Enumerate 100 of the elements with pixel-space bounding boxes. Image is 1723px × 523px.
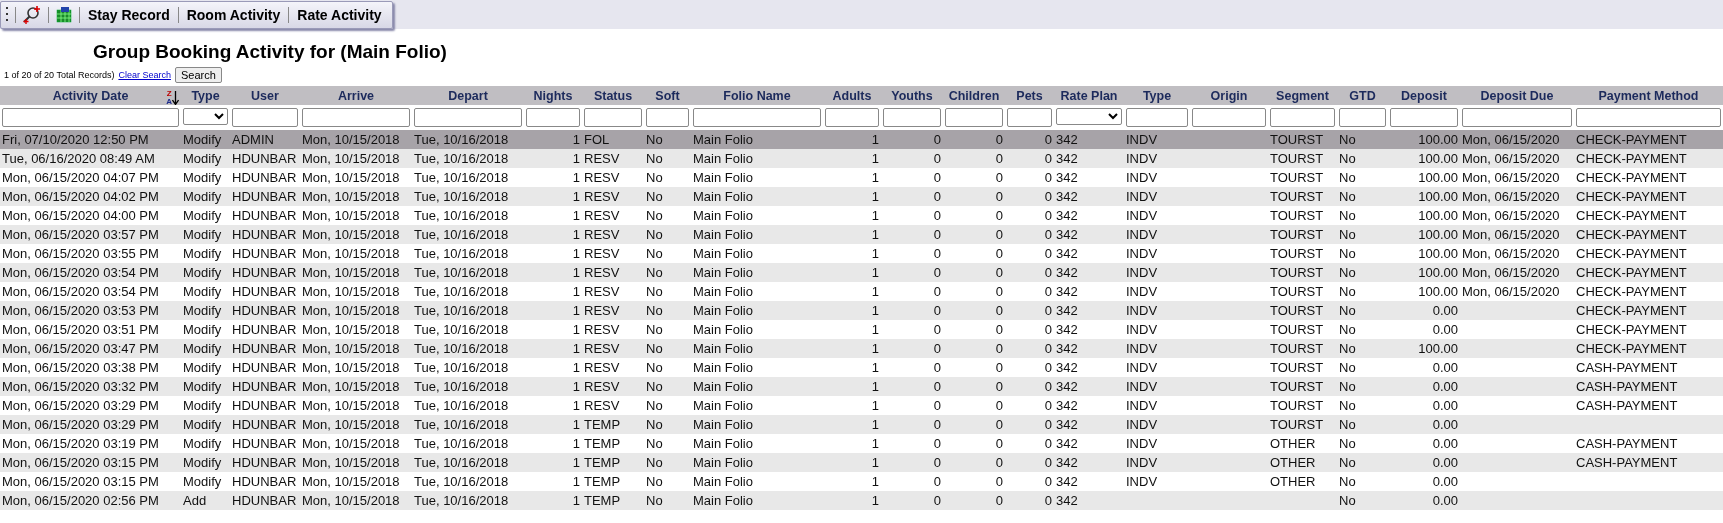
filter-field[interactable] bbox=[1126, 107, 1188, 127]
filter-dropdown[interactable] bbox=[183, 108, 228, 125]
column-header[interactable]: Nights bbox=[533, 88, 573, 103]
toolbar-button[interactable]: Rate Activity bbox=[295, 7, 384, 23]
filter-field[interactable] bbox=[883, 107, 941, 127]
table-cell: RESV bbox=[584, 322, 620, 337]
search-button[interactable]: Search bbox=[174, 67, 222, 83]
column-header[interactable]: Activity Date bbox=[52, 88, 129, 103]
table-row[interactable]: Mon, 06/15/2020 03:54 PM Modify HDUNBAR Mon, 10/15/2018 Tue, 10/16/2018 1 RESV No Main Folio 1 0 0 0 342 INDV TOURST No 100.00 Mon, 06/15/2020 CHECK-PAYMENT bbox=[0, 282, 1723, 301]
table-cell: CASH-PAYMENT bbox=[1576, 436, 1678, 451]
filter-field[interactable] bbox=[646, 107, 689, 127]
column-header[interactable]: Children bbox=[948, 88, 1000, 103]
table-cell: No bbox=[646, 493, 663, 508]
table-cell: Tue, 10/16/2018 bbox=[414, 341, 509, 356]
table-cell: TOURST bbox=[1270, 170, 1324, 185]
filter-field[interactable] bbox=[825, 107, 879, 127]
filter-field[interactable] bbox=[1192, 107, 1266, 127]
table-cell: 0 bbox=[933, 227, 941, 242]
filter-field[interactable] bbox=[945, 107, 1003, 127]
table-cell: 1 bbox=[871, 132, 879, 147]
table-cell: Mon, 10/15/2018 bbox=[302, 170, 400, 185]
table-cell: INDV bbox=[1126, 398, 1158, 413]
column-header[interactable]: Segment bbox=[1276, 88, 1329, 103]
column-header[interactable]: Type bbox=[191, 88, 220, 103]
column-header[interactable]: Adults bbox=[832, 88, 872, 103]
table-cell: TOURST bbox=[1270, 132, 1324, 147]
table-cell: Mon, 06/15/2020 03:51 PM bbox=[2, 322, 159, 337]
toolbar-button[interactable]: Room Activity bbox=[184, 7, 283, 23]
table-cell: 0 bbox=[933, 455, 941, 470]
table-cell: HDUNBAR bbox=[232, 322, 297, 337]
filter-field[interactable] bbox=[526, 107, 580, 127]
column-header[interactable]: Soft bbox=[655, 88, 680, 103]
filter-field[interactable] bbox=[1270, 107, 1335, 127]
table-row[interactable]: Mon, 06/15/2020 03:38 PM Modify HDUNBAR Mon, 10/15/2018 Tue, 10/16/2018 1 RESV No Main Folio 1 0 0 0 342 INDV TOURST No 0.00 CASH-PAYMENT bbox=[0, 358, 1723, 377]
filter-field[interactable] bbox=[1390, 107, 1458, 127]
table-row[interactable]: Mon, 06/15/2020 03:29 PM Modify HDUNBAR Mon, 10/15/2018 Tue, 10/16/2018 1 TEMP No Main Folio 1 0 0 0 342 INDV TOURST No 0.00 bbox=[0, 415, 1723, 434]
column-header[interactable]: Origin bbox=[1210, 88, 1248, 103]
filter-field[interactable] bbox=[1007, 107, 1052, 127]
table-cell: TOURST bbox=[1270, 189, 1324, 204]
table-row[interactable]: Mon, 06/15/2020 04:00 PM Modify HDUNBAR Mon, 10/15/2018 Tue, 10/16/2018 1 RESV No Main Folio 1 0 0 0 342 INDV TOURST No 100.00 Mon, 06/15/2020 CHECK-PAYMENT bbox=[0, 206, 1723, 225]
table-cell: 0 bbox=[995, 379, 1003, 394]
column-header[interactable]: Type bbox=[1142, 88, 1172, 103]
table-row[interactable]: Mon, 06/15/2020 03:51 PM Modify HDUNBAR Mon, 10/15/2018 Tue, 10/16/2018 1 RESV No Main Folio 1 0 0 0 342 INDV TOURST No 0.00 CHECK-PAYMENT bbox=[0, 320, 1723, 339]
table-row[interactable]: Mon, 06/15/2020 03:55 PM Modify HDUNBAR Mon, 10/15/2018 Tue, 10/16/2018 1 RESV No Main Folio 1 0 0 0 342 INDV TOURST No 100.00 Mon, 06/15/2020 CHECK-PAYMENT bbox=[0, 244, 1723, 263]
table-row[interactable]: Mon, 06/15/2020 04:07 PM Modify HDUNBAR Mon, 10/15/2018 Tue, 10/16/2018 1 RESV No Main Folio 1 0 0 0 342 INDV TOURST No 100.00 Mon, 06/15/2020 CHECK-PAYMENT bbox=[0, 168, 1723, 187]
table-row[interactable]: Mon, 06/15/2020 03:32 PM Modify HDUNBAR Mon, 10/15/2018 Tue, 10/16/2018 1 RESV No Main Folio 1 0 0 0 342 INDV TOURST No 0.00 CASH-PAYMENT bbox=[0, 377, 1723, 396]
table-cell: HDUNBAR bbox=[232, 379, 297, 394]
column-header[interactable]: Folio Name bbox=[723, 88, 791, 103]
column-header[interactable]: Deposit Due bbox=[1480, 88, 1554, 103]
filter-field[interactable] bbox=[584, 107, 642, 127]
filter-field[interactable] bbox=[414, 107, 522, 127]
column-header[interactable]: GTD bbox=[1349, 88, 1376, 103]
toolbar-button[interactable]: Stay Record bbox=[86, 7, 172, 23]
column-header[interactable]: Youths bbox=[891, 88, 933, 103]
table-row[interactable]: Mon, 06/15/2020 03:54 PM Modify HDUNBAR Mon, 10/15/2018 Tue, 10/16/2018 1 RESV No Main Folio 1 0 0 0 342 INDV TOURST No 100.00 Mon, 06/15/2020 CHECK-PAYMENT bbox=[0, 263, 1723, 282]
table-row[interactable]: Mon, 06/15/2020 03:57 PM Modify HDUNBAR Mon, 10/15/2018 Tue, 10/16/2018 1 RESV No Main Folio 1 0 0 0 342 INDV TOURST No 100.00 Mon, 06/15/2020 CHECK-PAYMENT bbox=[0, 225, 1723, 244]
table-cell: No bbox=[646, 360, 663, 375]
filter-field[interactable] bbox=[1339, 107, 1386, 127]
table-cell: HDUNBAR bbox=[232, 341, 297, 356]
column-header[interactable]: Pets bbox=[1016, 88, 1043, 103]
table-row[interactable]: Mon, 06/15/2020 03:47 PM Modify HDUNBAR Mon, 10/15/2018 Tue, 10/16/2018 1 RESV No Main Folio 1 0 0 0 342 INDV TOURST No 100.00 CHECK-PAYMENT bbox=[0, 339, 1723, 358]
table-cell: RESV bbox=[584, 360, 620, 375]
table-cell: HDUNBAR bbox=[232, 303, 297, 318]
table-cell: Add bbox=[183, 493, 207, 508]
table-cell: Modify bbox=[183, 436, 222, 451]
table-cell: TEMP bbox=[584, 474, 621, 489]
table-cell: 1 bbox=[572, 436, 580, 451]
filter-field[interactable] bbox=[1462, 107, 1572, 127]
column-header[interactable]: Deposit bbox=[1401, 88, 1447, 103]
column-header[interactable]: Payment Method bbox=[1598, 88, 1699, 103]
table-row[interactable]: Mon, 06/15/2020 03:29 PM Modify HDUNBAR Mon, 10/15/2018 Tue, 10/16/2018 1 RESV No Main Folio 1 0 0 0 342 INDV TOURST No 0.00 CASH-PAYMENT bbox=[0, 396, 1723, 415]
table-cell: Main Folio bbox=[693, 284, 753, 299]
column-header[interactable]: Depart bbox=[448, 88, 488, 103]
filter-field[interactable] bbox=[302, 107, 410, 127]
filter-field[interactable] bbox=[232, 107, 298, 127]
column-header[interactable]: Status bbox=[593, 88, 633, 103]
table-cell: 1 bbox=[871, 265, 879, 280]
table-row[interactable]: Fri, 07/10/2020 12:50 PM Modify ADMIN Mon, 10/15/2018 Tue, 10/16/2018 1 FOL No Main Folio 1 0 0 0 342 INDV TOURST No 100.00 Mon, 06/15/2020 CHECK-PAYMENT bbox=[0, 130, 1723, 149]
grid-icon[interactable] bbox=[55, 6, 73, 24]
column-header[interactable]: User bbox=[251, 88, 279, 103]
table-cell: Modify bbox=[183, 151, 222, 166]
column-header[interactable]: Arrive bbox=[337, 88, 375, 103]
filter-field[interactable] bbox=[1576, 107, 1721, 127]
table-row[interactable]: Mon, 06/15/2020 03:15 PM Modify HDUNBAR Mon, 10/15/2018 Tue, 10/16/2018 1 TEMP No Main Folio 1 0 0 0 342 INDV OTHER No 0.00 bbox=[0, 472, 1723, 491]
table-row[interactable]: Mon, 06/15/2020 02:56 PM Add HDUNBAR Mon, 10/15/2018 Tue, 10/16/2018 1 TEMP No Main Folio 1 0 0 0 342 No 0.00 bbox=[0, 491, 1723, 510]
table-cell: 100.00 bbox=[1418, 189, 1458, 204]
table-cell: No bbox=[646, 417, 663, 432]
table-cell: 100.00 bbox=[1418, 227, 1458, 242]
filter-field[interactable] bbox=[693, 107, 821, 127]
filter-field[interactable] bbox=[2, 107, 179, 127]
table-cell: Mon, 06/15/2020 bbox=[1462, 265, 1560, 280]
table-row[interactable]: Tue, 06/16/2020 08:49 AM Modify HDUNBAR Mon, 10/15/2018 Tue, 10/16/2018 1 RESV No Main Folio 1 0 0 0 342 INDV TOURST No 100.00 Mon, 06/15/2020 CHECK-PAYMENT bbox=[0, 149, 1723, 168]
column-header[interactable]: Rate Plan bbox=[1060, 88, 1118, 103]
table-row[interactable]: Mon, 06/15/2020 03:53 PM Modify HDUNBAR Mon, 10/15/2018 Tue, 10/16/2018 1 RESV No Main Folio 1 0 0 0 342 INDV TOURST No 0.00 CHECK-PAYMENT bbox=[0, 301, 1723, 320]
clear-search-link[interactable]: Clear Search bbox=[118, 70, 171, 80]
table-row[interactable]: Mon, 06/15/2020 03:19 PM Modify HDUNBAR Mon, 10/15/2018 Tue, 10/16/2018 1 TEMP No Main Folio 1 0 0 0 342 INDV OTHER No 0.00 CASH-PAYMENT bbox=[0, 434, 1723, 453]
zoom-in-icon[interactable] bbox=[22, 5, 42, 25]
grip-icon[interactable] bbox=[5, 6, 9, 24]
table-row[interactable]: Mon, 06/15/2020 03:15 PM Modify HDUNBAR Mon, 10/15/2018 Tue, 10/16/2018 1 TEMP No Main Folio 1 0 0 0 342 INDV OTHER No 0.00 CASH-PAYMENT bbox=[0, 453, 1723, 472]
table-cell: INDV bbox=[1126, 455, 1158, 470]
